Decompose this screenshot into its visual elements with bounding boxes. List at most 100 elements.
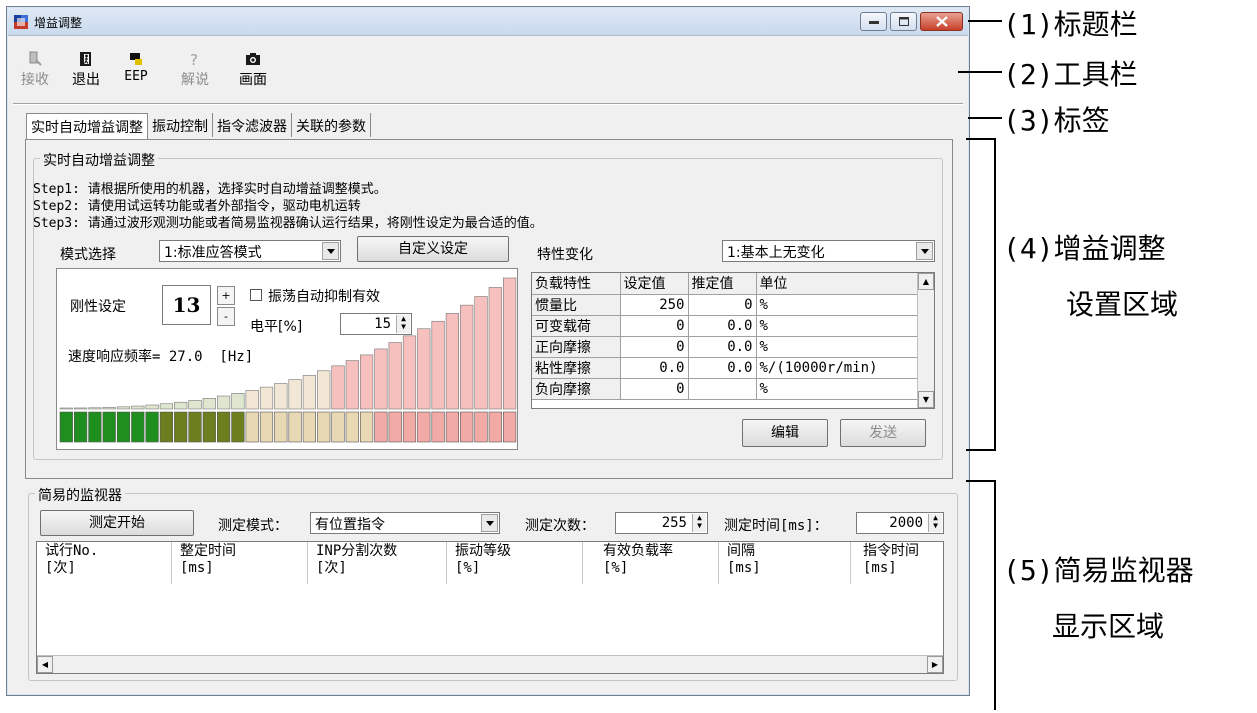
stiffness-bar-base[interactable] [59,411,73,443]
col-header-settle-time[interactable]: 整定时间 [ms] [172,542,308,584]
level-spin-icon[interactable]: ▲ ▼ [396,315,410,333]
stiffness-bar[interactable] [73,407,88,410]
chevron-down-icon[interactable] [322,242,339,260]
tab-realtime-auto-gain[interactable]: 实时自动增益调整 [26,113,148,140]
stiffness-bar-base[interactable] [159,411,173,443]
level-input[interactable]: 15 ▲ ▼ [340,313,412,335]
table-row[interactable]: 粘性摩擦 0.0 0.0 %/(10000r/min) [532,357,919,379]
stiffness-bar[interactable] [59,407,73,410]
count-spin-icon[interactable]: ▲ ▼ [692,514,706,532]
edit-button[interactable]: 编辑 [742,419,828,447]
col-header-interval[interactable]: 间隔 [ms] [719,542,851,584]
scroll-up-icon[interactable]: ▲ [918,273,934,290]
stiffness-bar[interactable] [331,365,345,410]
set-value[interactable]: 0 [620,336,689,358]
stiffness-bar[interactable] [231,393,245,410]
set-value[interactable]: 0 [620,315,689,337]
stiffness-bar-base[interactable] [202,411,216,443]
custom-settings-button[interactable]: 自定义设定 [357,236,509,262]
tab-related-params[interactable]: 关联的参数 [292,113,371,137]
stiffness-bar-base[interactable] [131,411,145,443]
stiffness-bar-base[interactable] [474,411,488,443]
stiffness-bar-base[interactable] [73,411,88,443]
chevron-down-icon[interactable] [916,242,933,260]
stiffness-bar-base[interactable] [188,411,202,443]
stiffness-up-button[interactable]: + [217,286,235,305]
stiffness-bar[interactable] [274,383,288,410]
stiffness-bar[interactable] [174,401,188,410]
stiffness-bar-base[interactable] [274,411,288,443]
scroll-right-icon[interactable]: ▶ [927,656,943,673]
stiffness-bar[interactable] [302,375,317,410]
stiffness-bar[interactable] [502,277,517,410]
stiffness-bar-base[interactable] [388,411,402,443]
stiffness-down-button[interactable]: - [217,307,235,326]
scroll-left-icon[interactable]: ◀ [37,656,53,673]
stiffness-bar[interactable] [402,335,417,410]
stiffness-bar-base[interactable] [502,411,517,443]
stiffness-bar[interactable] [345,360,359,410]
tab-command-filter[interactable]: 指令滤波器 [213,113,292,137]
table-row[interactable]: 可变载荷 0 0.0 % [532,315,919,337]
stiffness-bar-base[interactable] [374,411,388,443]
stiffness-bar-base[interactable] [431,411,445,443]
stiffness-bar[interactable] [474,296,488,410]
start-measure-button[interactable]: 测定开始 [40,510,194,536]
stiffness-bar[interactable] [488,287,502,410]
monitor-result-list[interactable]: 试行No. [次] 整定时间 [ms] INP分割次数 [次] 振动等级 [%]… [36,541,944,674]
stiffness-bar-base[interactable] [145,411,159,443]
stiffness-bar[interactable] [417,328,431,410]
table-row[interactable]: 正向摩擦 0 0.0 % [532,336,919,358]
stiffness-bar-base[interactable] [402,411,417,443]
stiffness-bar[interactable] [431,320,445,410]
set-value[interactable]: 0.0 [620,357,689,379]
monitor-horizontal-scrollbar[interactable]: ◀ ▶ [37,655,943,673]
stiffness-bar[interactable] [188,400,202,410]
close-button[interactable] [920,12,963,31]
stiffness-bar-base[interactable] [445,411,460,443]
stiffness-bar-base[interactable] [288,411,302,443]
stiffness-bar-base[interactable] [460,411,474,443]
scroll-down-icon[interactable]: ▼ [918,391,934,408]
stiffness-bar-base[interactable] [331,411,345,443]
stiffness-bar[interactable] [202,398,216,410]
minimize-button[interactable] [860,12,887,31]
stiffness-bar[interactable] [159,403,173,410]
measure-count-input[interactable]: 255 ▲ ▼ [615,512,708,534]
col-header-inp-count[interactable]: INP分割次数 [次] [308,542,447,584]
maximize-button[interactable] [890,12,917,31]
load-characteristics-table[interactable]: 负载特性 设定值 推定值 单位 惯量比 250 0 % 可变载荷 0 0.0 %… [531,272,935,409]
col-header-load-rate[interactable]: 有效负载率 [%] [583,542,719,584]
stiffness-bar-base[interactable] [88,411,102,443]
stiffness-bar-base[interactable] [417,411,431,443]
stiffness-bar[interactable] [245,390,259,410]
stiffness-bar-base[interactable] [174,411,188,443]
stiffness-bar[interactable] [374,348,388,410]
measure-mode-select[interactable]: 有位置指令 [310,512,500,534]
receive-button[interactable]: 接收 [13,51,57,99]
stiffness-bar-base[interactable] [345,411,359,443]
title-bar[interactable]: 增益调整 [8,8,968,36]
stiffness-bar[interactable] [317,370,331,410]
stiffness-bar-base[interactable] [259,411,274,443]
explain-button[interactable]: ? 解说 [173,51,217,99]
exit-button[interactable]: 退出 [64,51,108,99]
stiffness-bar-base[interactable] [217,411,231,443]
stiffness-bar[interactable] [259,386,274,410]
stiffness-bar[interactable] [445,313,460,410]
send-button[interactable]: 发送 [840,419,926,447]
eep-button[interactable]: EEP [114,51,158,99]
stiffness-bar[interactable] [131,405,145,410]
table-row[interactable]: 负向摩擦 0 % [532,378,919,400]
stiffness-bar-base[interactable] [488,411,502,443]
col-header-command-time[interactable]: 指令时间 [ms] [851,542,943,584]
mode-select[interactable]: 1:标准应答模式 [159,240,341,262]
stiffness-bar[interactable] [460,304,474,410]
table-row[interactable]: 惯量比 250 0 % [532,294,919,316]
tab-vibration-control[interactable]: 振动控制 [148,113,213,137]
stiffness-bar[interactable] [102,407,116,410]
vibration-suppress-checkbox[interactable] [250,289,262,301]
stiffness-bar[interactable] [88,407,102,410]
screen-button[interactable]: 画面 [231,51,275,99]
stiffness-bar[interactable] [145,404,159,410]
